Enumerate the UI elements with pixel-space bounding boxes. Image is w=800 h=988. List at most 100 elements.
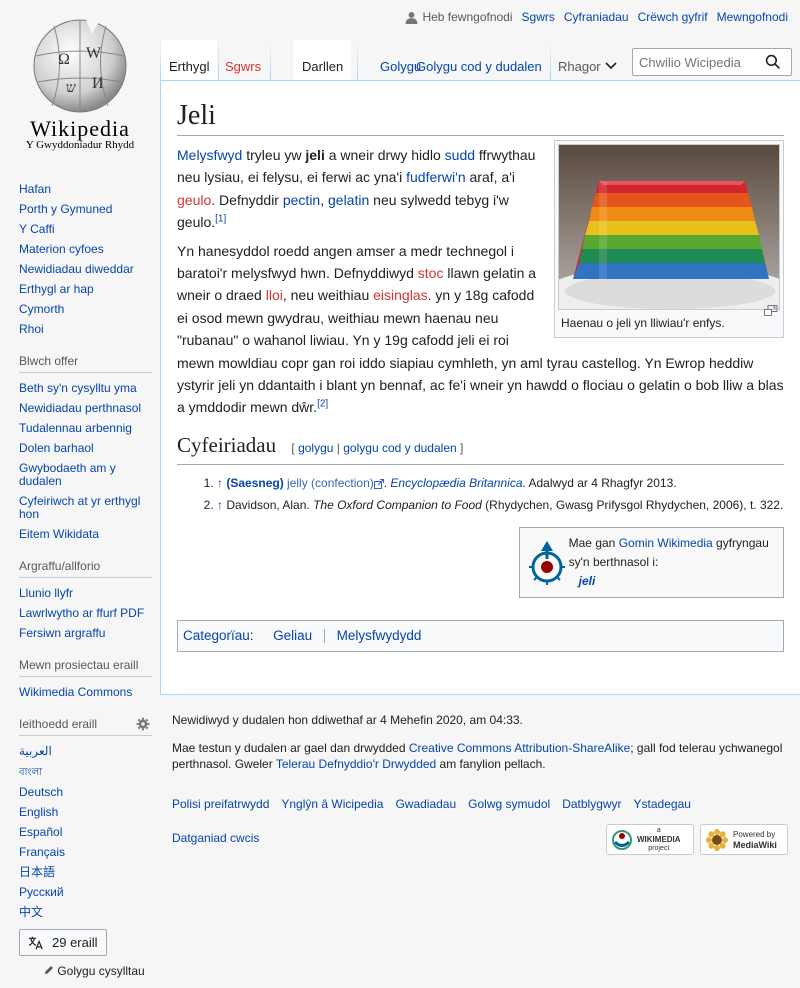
sidebar-item-cite[interactable]: Cyfeiriwch at yr erthygl hon xyxy=(19,494,140,521)
footer-link-developers[interactable]: Datblygwyr xyxy=(562,796,621,812)
login-link[interactable]: Mewngofnodi xyxy=(717,10,788,24)
sidebar-item-pdf[interactable]: Lawrlwytho ar ffurf PDF xyxy=(19,606,144,620)
license-pre: Mae testun y dudalen ar gael dan drwydde… xyxy=(172,741,409,755)
lang-en[interactable]: English xyxy=(19,805,58,819)
ref2-rest: (Rhydychen, Gwasg Prifysgol Rhydychen, 2… xyxy=(481,497,784,512)
lang-zh[interactable]: 中文 xyxy=(19,905,43,919)
sidebar-item-related-changes[interactable]: Newidiadau perthnasol xyxy=(19,401,141,415)
p1-text-l: , xyxy=(320,191,328,208)
contributions-link[interactable]: Cyfraniadau xyxy=(564,10,629,24)
references-heading: Cyfeiriadau [ golygu | golygu cod y duda… xyxy=(177,431,784,465)
sidebar-item-hafan[interactable]: Hafan xyxy=(19,182,51,196)
sidebar-item-page-info[interactable]: Gwybodaeth am y dudalen xyxy=(19,461,116,488)
edit-links-label: Golygu cysylltau xyxy=(57,964,145,978)
categories-label[interactable]: Categorïau xyxy=(183,628,250,643)
sidebar-item-printable[interactable]: Fersiwn argraffu xyxy=(19,626,105,640)
footer-link-mobile[interactable]: Golwg symudol xyxy=(468,796,550,812)
section-edit-link[interactable]: golygu xyxy=(298,441,333,455)
create-account-link[interactable]: Crëwch gyfrif xyxy=(638,10,708,24)
external-link-icon xyxy=(373,478,384,489)
license-link[interactable]: Creative Commons Attribution-ShareAlike xyxy=(409,741,630,755)
search-box xyxy=(632,48,792,76)
sidebar-item-book[interactable]: Llunio llyfr xyxy=(19,586,73,600)
tab-talk[interactable]: Sgwrs xyxy=(217,40,269,80)
ref-lang: (Saesneg) xyxy=(226,476,283,490)
footer-link-about[interactable]: Ynglŷn â Wicipedia xyxy=(281,796,383,812)
sidebar-item-special-pages[interactable]: Tudalennau arbennig xyxy=(19,421,132,435)
p1-bold-jeli: jeli xyxy=(305,147,325,163)
wikimedia-badge[interactable]: a WIKIMEDIA project xyxy=(606,824,694,855)
lang-de[interactable]: Deutsch xyxy=(19,785,63,799)
ref-link-2[interactable]: [2] xyxy=(317,399,328,410)
gear-icon[interactable] xyxy=(136,717,150,731)
tab-talk-label[interactable]: Sgwrs xyxy=(225,59,261,74)
tab-read[interactable]: Darllen xyxy=(294,40,352,80)
lang-fr[interactable]: Français xyxy=(19,845,65,859)
mediawiki-badge[interactable]: Powered by MediaWiki xyxy=(700,824,788,855)
sidebar-item-commons[interactable]: Wikimedia Commons xyxy=(19,685,132,699)
lang-ja[interactable]: 日本語 xyxy=(19,865,55,879)
terms-link[interactable]: Telerau Defnyddio'r Drwydded xyxy=(276,757,436,771)
sidebar-item-recent-changes[interactable]: Newidiadau diweddar xyxy=(19,262,134,276)
link-gelatin[interactable]: gelatin xyxy=(328,192,369,208)
tab-article-label: Erthygl xyxy=(169,59,210,74)
sidebar-item-current-events[interactable]: Materion cyfoes xyxy=(19,242,104,256)
tab-edit-source-label[interactable]: Golygu cod y dudalen xyxy=(416,59,542,74)
tab-edit-source[interactable]: Golygu cod y dudalen xyxy=(408,40,550,80)
more-languages-button[interactable]: 29 eraill xyxy=(19,929,107,956)
edit-links[interactable]: Golygu cysylltau xyxy=(19,964,152,978)
lang-es[interactable]: Español xyxy=(19,825,62,839)
sidebar-item-random[interactable]: Erthygl ar hap xyxy=(19,282,94,296)
thumb-caption: Haenau o jeli yn lliwiau'r enfys. xyxy=(558,305,780,334)
commons-pre: Mae gan xyxy=(568,535,619,550)
ref-backlink[interactable]: ↑ xyxy=(217,476,223,490)
sidebar-item-donate[interactable]: Rhoi xyxy=(19,322,44,336)
footer-link-stats[interactable]: Ystadegau xyxy=(634,796,691,812)
footer-link-cookies[interactable]: Datganiad cwcis xyxy=(172,830,259,846)
link-fudferwi[interactable]: fudferwi'n xyxy=(406,169,465,185)
magnify-icon[interactable] xyxy=(764,304,778,320)
link-eisinglas[interactable]: eisinglas xyxy=(373,287,427,303)
commons-link[interactable]: Gomin Wikimedia xyxy=(619,536,713,550)
link-geulo[interactable]: geulo xyxy=(177,192,211,208)
category-link[interactable]: Geliau xyxy=(273,628,312,643)
editsec-close: ] xyxy=(460,440,464,455)
p2-text-e: , neu weithiau xyxy=(282,287,374,304)
search-icon[interactable] xyxy=(765,54,781,70)
lang-bn[interactable]: বাংলা xyxy=(19,767,42,778)
sidebar-item-community[interactable]: Porth y Gymuned xyxy=(19,202,112,216)
link-melysfwyd[interactable]: Melysfwyd xyxy=(177,147,242,163)
sidebar-item-whatlinkshere[interactable]: Beth sy'n cysylltu yma xyxy=(19,381,137,395)
tab-article[interactable]: Erthygl xyxy=(161,40,218,80)
talk-link[interactable]: Sgwrs xyxy=(522,10,555,24)
ref-work-link[interactable]: Encyclopædia Britannica xyxy=(390,476,522,490)
link-sudd[interactable]: sudd xyxy=(445,147,475,163)
link-pectin[interactable]: pectin xyxy=(283,192,320,208)
link-stoc[interactable]: stoc xyxy=(418,265,444,281)
sidebar-item-help[interactable]: Cymorth xyxy=(19,302,64,316)
sidebar-item-cafe[interactable]: Y Caffi xyxy=(19,222,55,236)
wikipedia-logo[interactable]: Ω W И ש Wikipedia Y Gwyddoniadur Rhydd xyxy=(0,0,160,160)
tagline: Y Gwyddoniadur Rhydd xyxy=(25,139,135,151)
tab-more[interactable]: Rhagor xyxy=(550,40,625,80)
lang-ar[interactable]: العربية xyxy=(19,744,52,758)
lang-ru[interactable]: Русский xyxy=(19,885,64,899)
category-link[interactable]: Melysfwydydd xyxy=(337,628,422,643)
p1-text-h: araf, a'i xyxy=(465,169,515,186)
categories-colon: : xyxy=(249,627,254,643)
section-edit-source-link[interactable]: golygu cod y dudalen xyxy=(343,441,456,455)
sidebar-item-permalink[interactable]: Dolen barhaol xyxy=(19,441,94,455)
commons-item-link[interactable]: jeli xyxy=(579,574,596,588)
link-lloi[interactable]: lloi xyxy=(266,287,283,303)
footer-link-disclaimers[interactable]: Gwadiadau xyxy=(395,796,456,812)
footer-link-privacy[interactable]: Polisi preifatrwydd xyxy=(172,796,269,812)
ref-link-1[interactable]: [1] xyxy=(215,214,226,225)
tools-heading: Blwch offer xyxy=(19,354,152,373)
ref-external-link[interactable]: jelly (confection) xyxy=(287,476,374,490)
sidebar-item-wikidata[interactable]: Eitem Wikidata xyxy=(19,527,99,541)
ref-backlink[interactable]: ↑ xyxy=(217,498,223,512)
footer-bottom: Datganiad cwcis a WIKIMEDIA project Powere… xyxy=(172,824,792,864)
languages-heading: Ieithoedd eraill xyxy=(19,717,152,736)
jelly-image[interactable] xyxy=(558,144,780,310)
search-input[interactable] xyxy=(633,54,761,70)
